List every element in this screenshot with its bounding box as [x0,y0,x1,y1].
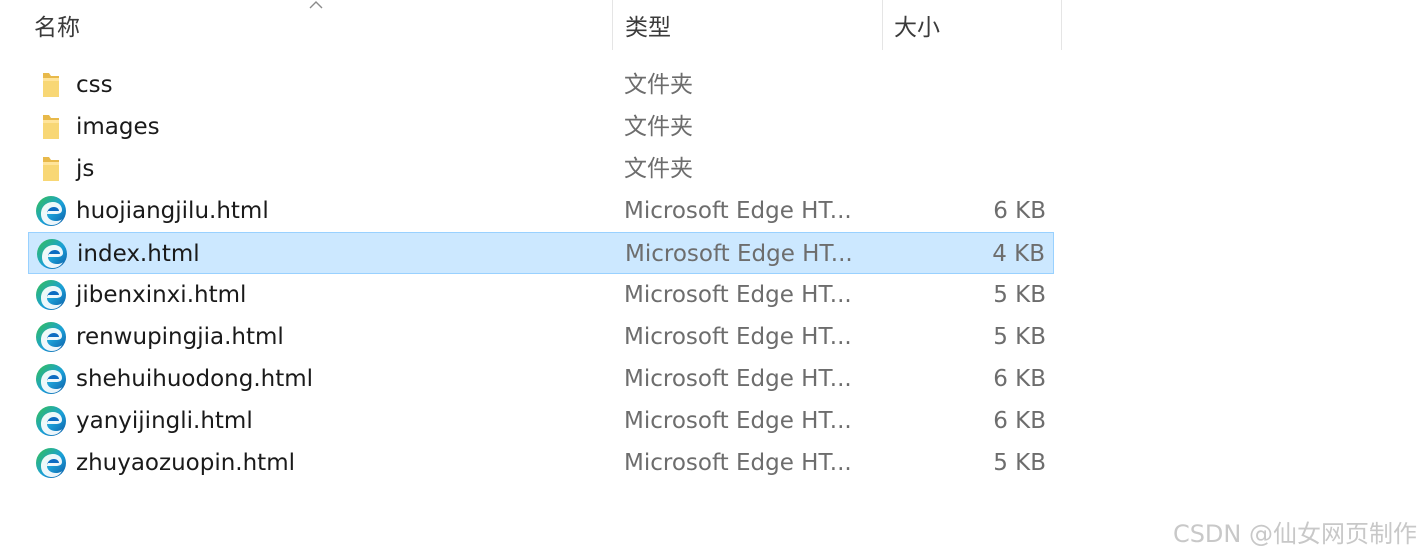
file-name: images [76,114,160,140]
file-name: shehuihuodong.html [76,366,314,392]
file-type: 文件夹 [624,156,693,182]
file-name: yanyijingli.html [76,408,253,434]
folder-icon [35,69,67,101]
file-row[interactable]: css 文件夹 [28,64,1054,106]
file-size: 5 KB [993,324,1046,350]
file-type: Microsoft Edge HT... [624,450,852,476]
column-header-type[interactable]: 类型 [612,0,882,50]
file-name: css [76,72,113,98]
column-header-name-label: 名称 [34,15,80,41]
sort-ascending-icon [309,1,323,9]
file-row[interactable]: js 文件夹 [28,148,1054,190]
file-row[interactable]: images 文件夹 [28,106,1054,148]
file-row[interactable]: jibenxinxi.html Microsoft Edge HT... 5 KB [28,274,1054,316]
column-header-size-label: 大小 [894,15,940,41]
file-name: js [76,156,95,182]
column-header-type-label: 类型 [625,15,671,41]
file-size: 5 KB [993,282,1046,308]
file-name: renwupingjia.html [76,324,284,350]
file-size: 6 KB [993,198,1046,224]
file-size: 5 KB [993,450,1046,476]
file-type: Microsoft Edge HT... [624,198,852,224]
folder-icon [35,111,67,143]
file-row[interactable]: zhuyaozuopin.html Microsoft Edge HT... 5 K… [28,442,1054,484]
edge-html-icon [35,279,67,311]
folder-icon [35,153,67,185]
file-type: Microsoft Edge HT... [624,282,852,308]
file-type: Microsoft Edge HT... [625,241,853,267]
file-row[interactable]: renwupingjia.html Microsoft Edge HT... 5 K… [28,316,1054,358]
column-header-name[interactable]: 名称 [0,0,612,50]
file-row[interactable]: huojiangjilu.html Microsoft Edge HT... 6 K… [28,190,1054,232]
file-size: 6 KB [993,366,1046,392]
file-name: zhuyaozuopin.html [76,450,295,476]
column-header-size[interactable]: 大小 [882,0,1062,50]
file-type: 文件夹 [624,114,693,140]
file-explorer: 名称 类型 大小 css 文件夹 images 文件夹 js 文件夹 huojiangjil… [0,0,1423,557]
edge-html-icon [35,363,67,395]
file-row[interactable]: index.html Microsoft Edge HT... 4 KB [28,232,1054,274]
file-type: Microsoft Edge HT... [624,366,852,392]
column-header-bar: 名称 类型 大小 [0,0,1062,50]
edge-html-icon [35,195,67,227]
edge-html-icon [35,447,67,479]
file-type: 文件夹 [624,72,693,98]
edge-html-icon [36,238,68,270]
file-type: Microsoft Edge HT... [624,324,852,350]
file-name: index.html [77,241,200,267]
file-name: huojiangjilu.html [76,198,269,224]
file-name: jibenxinxi.html [76,282,247,308]
file-row[interactable]: shehuihuodong.html Microsoft Edge HT... 6 … [28,358,1054,400]
file-type: Microsoft Edge HT... [624,408,852,434]
edge-html-icon [35,405,67,437]
watermark: CSDN @仙女网页制作 [1172,520,1417,548]
file-row[interactable]: yanyijingli.html Microsoft Edge HT... 6 KB [28,400,1054,442]
file-size: 4 KB [992,241,1045,267]
edge-html-icon [35,321,67,353]
file-size: 6 KB [993,408,1046,434]
